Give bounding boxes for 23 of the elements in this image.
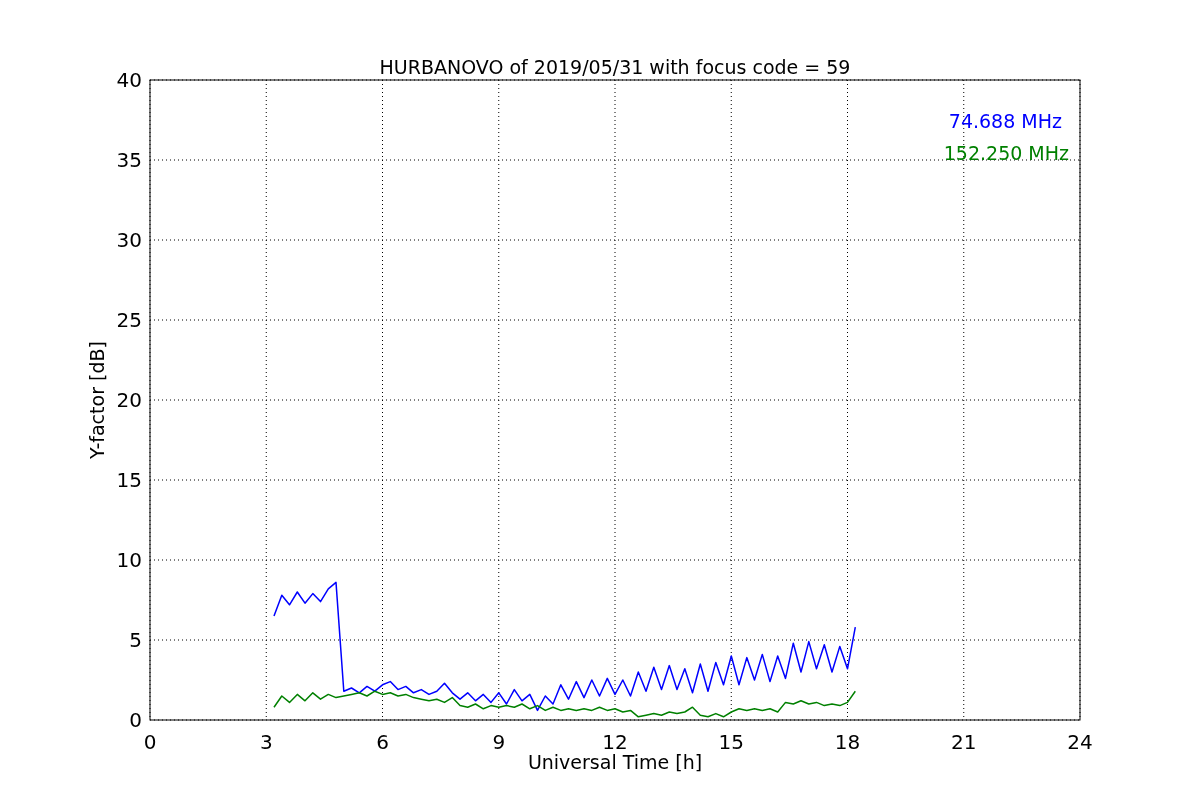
tick-label: 20 [116, 388, 142, 412]
tick-label: 40 [116, 68, 142, 92]
chart-title: HURBANOVO of 2019/05/31 with focus code = 59 [379, 56, 851, 78]
tick-label: 18 [834, 730, 861, 754]
tick-label: 21 [951, 730, 977, 754]
tick-label: 10 [116, 548, 142, 572]
tick-label: 12 [602, 730, 628, 754]
tick-label: 15 [116, 468, 142, 492]
axis-label: Y-factor [dB] [86, 341, 108, 459]
tick-label: 30 [116, 228, 142, 252]
tick-label: 9 [492, 730, 506, 754]
tick-label: 25 [116, 308, 142, 332]
tick-label: 0 [143, 730, 157, 754]
tick-label: 0 [129, 708, 142, 732]
tick-label: 24 [1067, 730, 1093, 754]
tick-label: 5 [129, 628, 142, 652]
tick-label: 35 [116, 148, 142, 172]
tick-label: 3 [259, 730, 273, 754]
axis-label: Universal Time [h] [527, 751, 703, 773]
legend-label: 152.250 MHz [943, 142, 1069, 164]
tick-label: 6 [376, 730, 389, 754]
legend-label: 74.688 MHz [948, 110, 1062, 132]
tick-label: 15 [718, 730, 744, 754]
